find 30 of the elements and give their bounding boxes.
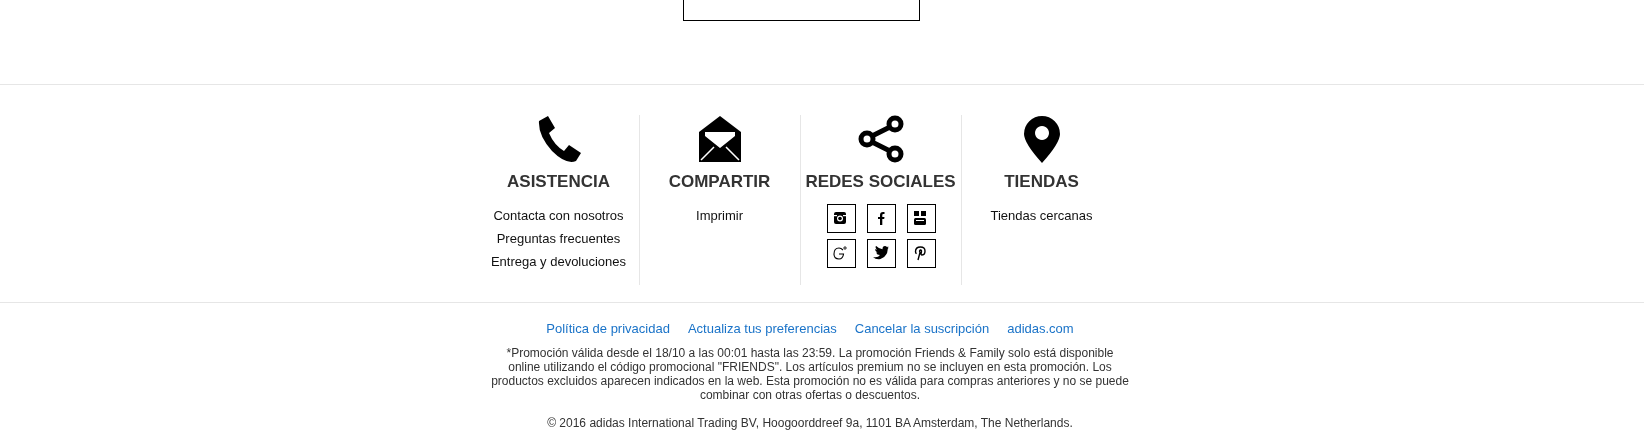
footer-link[interactable]: Política de privacidad	[546, 321, 670, 336]
social-button[interactable]	[906, 204, 936, 233]
button-outline[interactable]	[682, 0, 920, 21]
social-button[interactable]	[906, 239, 936, 268]
social-button[interactable]	[826, 204, 856, 233]
social-button[interactable]	[826, 239, 856, 268]
footer-link[interactable]: Contacta con nosotros	[493, 207, 624, 225]
social-button[interactable]	[866, 239, 896, 268]
disclaimer-text: *Promoción válida desde el 18/10 a las 00:01 hasta las 23:59. La promoción Friends & Family solo está disponible online utilizando el código promocional "FRIENDS". Los artículos premium no se incluyen en esta promoción. Los productos excluidos aparecen indicados en la web. Esta promoción no es válida para compras anteriores y no se puede combinar con otras ofertas o descuentos.	[490, 346, 1130, 402]
column-heading: TIENDAS	[1004, 172, 1079, 192]
footer-link[interactable]: Preguntas frecuentes	[496, 230, 621, 248]
column-heading: COMPARTIR	[668, 172, 771, 192]
envelope-icon	[697, 115, 742, 163]
footer-link[interactable]: Cancelar la suscripción	[854, 321, 990, 336]
pinterest-icon	[913, 245, 929, 262]
footer-link[interactable]: Actualiza tus preferencias	[687, 321, 837, 336]
footer-link[interactable]: adidas.com	[1007, 321, 1074, 336]
footer-link[interactable]: Tiendas cercanas	[990, 207, 1093, 225]
map-pin-icon	[1022, 115, 1061, 163]
share-icon	[856, 115, 905, 163]
column-heading: REDES SOCIALES	[805, 172, 956, 192]
bird-icon	[873, 245, 889, 262]
column-heading: ASISTENCIA	[507, 172, 610, 192]
instagram-icon	[833, 210, 849, 227]
google-plus-icon	[833, 245, 849, 262]
facebook-icon	[877, 212, 885, 225]
footer-link[interactable]: Entrega y devoluciones	[490, 253, 627, 271]
copyright-text: © 2016 adidas International Trading BV, Hoogoorddreef 9a, 1101 BA Amsterdam, The Netherlands.	[547, 416, 1073, 430]
footer-link[interactable]: Imprimir	[696, 207, 743, 225]
social-button[interactable]	[866, 204, 896, 233]
